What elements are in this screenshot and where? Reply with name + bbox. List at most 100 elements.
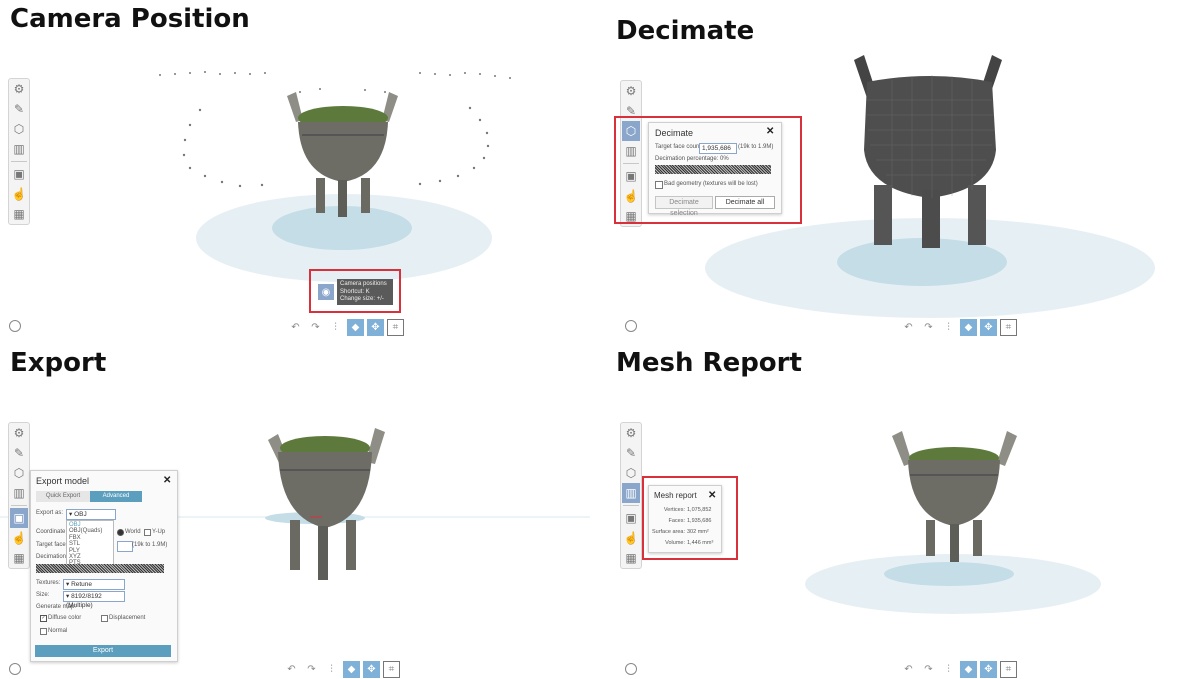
- left-toolbar: ⚙ ✎ ⬡ ▥ ▣ ☝ ▦: [620, 422, 642, 569]
- camera-icon: ◉: [321, 286, 331, 298]
- app-logo-icon: [9, 320, 21, 332]
- mesh-report-quadrant: Mesh Report ⚙ ✎ ⬡ ▥ ▣ ☝ ▦ Mesh report ✕ …: [592, 340, 1183, 679]
- decimate-selection-button[interactable]: Decimate selection: [655, 196, 713, 217]
- bad-geometry-checkbox[interactable]: [655, 181, 663, 189]
- tab-quick-export[interactable]: Quick Export: [36, 491, 90, 502]
- bottom-toolbar: ↶ ↷ ⫶ ◆ ✥ ⌗: [283, 661, 400, 678]
- target-face-input[interactable]: [117, 541, 133, 552]
- grid-icon[interactable]: ▦: [10, 204, 28, 224]
- diffuse-checkbox[interactable]: ✓: [40, 615, 47, 622]
- undo-icon[interactable]: ↶: [900, 661, 917, 678]
- decimate-dialog-title: Decimate: [655, 128, 694, 138]
- generate-map-label: Generate map:: [36, 604, 77, 610]
- settings-icon[interactable]: ⚙: [10, 423, 28, 443]
- grid-icon[interactable]: ▦: [10, 548, 28, 568]
- displacement-label: Displacement: [109, 615, 146, 621]
- faces-label: Faces:: [668, 518, 685, 524]
- mesh-icon[interactable]: ⬡: [10, 463, 28, 483]
- brush-icon[interactable]: ✎: [622, 443, 640, 463]
- redo-icon[interactable]: ↷: [920, 319, 937, 336]
- undo-icon[interactable]: ↶: [287, 319, 304, 336]
- window-icon[interactable]: ▣: [10, 164, 28, 184]
- render-mode-icon[interactable]: ◆: [347, 319, 364, 336]
- coordinate-label: Coordinate: [36, 529, 66, 535]
- crop-icon[interactable]: ⌗: [1000, 319, 1017, 336]
- sliders-icon[interactable]: ⫶: [323, 661, 340, 678]
- render-mode-icon[interactable]: ◆: [960, 661, 977, 678]
- left-toolbar: ⚙ ✎ ⬡ ▥ ▣ ☝ ▦: [8, 78, 30, 225]
- hand-icon[interactable]: ☝: [622, 528, 640, 548]
- bad-geometry-label: Bad geometry (textures will be lost): [664, 181, 758, 187]
- redo-icon[interactable]: ↷: [303, 661, 320, 678]
- app-logo-icon: [625, 663, 637, 675]
- export-quadrant: Export ⚙ ✎ ⬡ ▥ ▣ ☝ ▦ Export model ✕ Quic…: [0, 340, 590, 679]
- displacement-checkbox[interactable]: [101, 615, 108, 622]
- settings-icon[interactable]: ⚙: [622, 423, 640, 443]
- move-icon[interactable]: ✥: [980, 661, 997, 678]
- brush-icon[interactable]: ✎: [10, 99, 28, 119]
- crop-icon[interactable]: ⌗: [387, 319, 404, 336]
- tooltip-line-1: Camera positions: [340, 281, 387, 287]
- export-button[interactable]: Export: [35, 645, 171, 657]
- redo-icon[interactable]: ↷: [307, 319, 324, 336]
- settings-icon[interactable]: ⚙: [10, 79, 28, 99]
- export-as-select[interactable]: ▾ OBJ: [66, 509, 116, 520]
- decimation-label: Decimation: [36, 554, 67, 560]
- grid-icon[interactable]: ▦: [622, 548, 640, 568]
- sliders-icon[interactable]: ⫶: [940, 319, 957, 336]
- crop-icon[interactable]: ⌗: [1000, 661, 1017, 678]
- mesh-report-dialog-title: Mesh report: [654, 491, 697, 500]
- crop-icon[interactable]: ⌗: [383, 661, 400, 678]
- camera-button[interactable]: ◉: [318, 284, 334, 300]
- vessel-model: [892, 431, 1017, 562]
- normal-checkbox[interactable]: [40, 628, 47, 635]
- sliders-icon[interactable]: ⫶: [940, 661, 957, 678]
- app-logo-icon: [625, 320, 637, 332]
- target-face-label: Target face count:: [655, 144, 703, 150]
- close-icon[interactable]: ✕: [708, 490, 716, 501]
- wireframe-vessel: [854, 55, 1002, 248]
- report-icon[interactable]: ▥: [10, 139, 28, 159]
- decimate-all-button[interactable]: Decimate all: [715, 196, 775, 209]
- sliders-icon[interactable]: ⫶: [327, 319, 344, 336]
- mesh-icon[interactable]: ⬡: [10, 119, 28, 139]
- redo-icon[interactable]: ↷: [920, 661, 937, 678]
- window-icon[interactable]: ▣: [622, 508, 640, 528]
- vertices-value: 1,075,852: [687, 507, 712, 513]
- decimate-quadrant: Decimate ⚙ ✎ ⬡ ▥ ▣ ☝ ▦ Decimate ✕ Target…: [592, 0, 1183, 340]
- move-icon[interactable]: ✥: [980, 319, 997, 336]
- export-dialog: Export model ✕ Quick Export Advanced Exp…: [30, 470, 178, 662]
- render-mode-icon[interactable]: ◆: [960, 319, 977, 336]
- textures-select[interactable]: ▾ Retune: [63, 579, 125, 590]
- target-face-input[interactable]: 1,935,686: [699, 143, 737, 154]
- hand-icon[interactable]: ☝: [10, 528, 28, 548]
- yup-label: Y-Up: [152, 529, 166, 535]
- report-icon[interactable]: ▥: [10, 483, 28, 503]
- left-toolbar: ⚙ ✎ ⬡ ▥ ▣ ☝ ▦: [8, 422, 30, 569]
- world-radio[interactable]: [117, 529, 124, 536]
- decimate-dialog: Decimate ✕ Target face count: 1,935,686 …: [648, 122, 782, 217]
- yup-checkbox[interactable]: [144, 529, 151, 536]
- floor-inner: [884, 562, 1014, 586]
- volume-label: Volume:: [665, 540, 685, 546]
- report-tool-icon[interactable]: ▥: [622, 483, 640, 503]
- decimation-slider[interactable]: [36, 564, 164, 573]
- undo-icon[interactable]: ↶: [283, 661, 300, 678]
- hand-icon[interactable]: ☝: [10, 184, 28, 204]
- undo-icon[interactable]: ↶: [900, 319, 917, 336]
- close-icon[interactable]: ✕: [163, 475, 171, 486]
- decimation-slider[interactable]: [655, 165, 771, 174]
- export-dialog-title: Export model: [36, 476, 90, 486]
- move-icon[interactable]: ✥: [367, 319, 384, 336]
- brush-icon[interactable]: ✎: [10, 443, 28, 463]
- move-icon[interactable]: ✥: [363, 661, 380, 678]
- close-icon[interactable]: ✕: [766, 126, 774, 137]
- mesh-icon[interactable]: ⬡: [622, 463, 640, 483]
- tab-advanced[interactable]: Advanced: [90, 491, 142, 502]
- export-tool-icon[interactable]: ▣: [10, 508, 28, 528]
- settings-icon[interactable]: ⚙: [622, 81, 640, 101]
- size-select[interactable]: ▾ 8192/8192 (Multiple): [63, 591, 125, 609]
- surface-area-label: Surface area:: [651, 529, 685, 535]
- target-face-range: (19k to 1.9M): [738, 144, 774, 150]
- render-mode-icon[interactable]: ◆: [343, 661, 360, 678]
